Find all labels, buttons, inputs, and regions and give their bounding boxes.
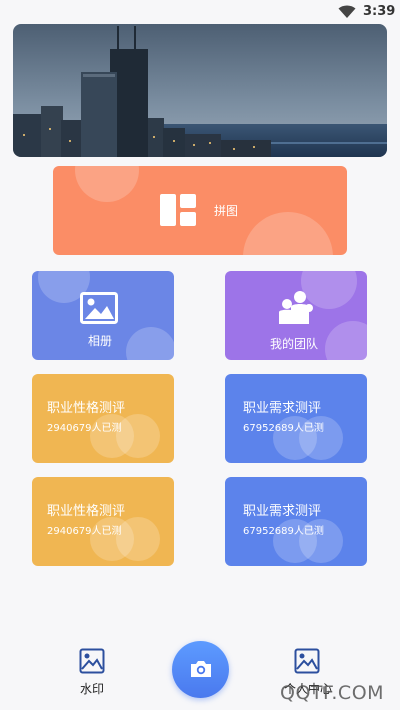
test-title: 职业性格测评: [47, 401, 126, 416]
bottom-nav-watermark[interactable]: 水印: [70, 640, 114, 700]
status-bar: 3:39: [0, 0, 400, 24]
test-count: 67952689人已测: [243, 423, 324, 434]
image-icon: [79, 648, 105, 674]
camera-button[interactable]: [172, 641, 229, 698]
watermark-label: 水印: [80, 682, 105, 696]
puzzle-icon: [160, 194, 196, 226]
team-icon: [279, 291, 313, 324]
test-title: 职业性格测评: [47, 504, 126, 519]
test-title: 职业需求测评: [243, 504, 322, 519]
wifi-icon: [338, 5, 356, 18]
puzzle-card[interactable]: [53, 166, 347, 255]
test-title: 职业需求测评: [243, 401, 322, 416]
image-icon: [294, 648, 320, 674]
camera-icon: [191, 661, 211, 677]
team-label: 我的团队: [270, 337, 319, 351]
test-count: 2940679人已测: [47, 526, 122, 537]
status-time: 3:39: [363, 4, 396, 19]
album-label: 相册: [88, 334, 113, 348]
test-count: 2940679人已测: [47, 423, 122, 434]
puzzle-label: 拼图: [214, 204, 239, 218]
city-banner[interactable]: [13, 24, 387, 157]
test-count: 67952689人已测: [243, 526, 324, 537]
gallery-icon: [80, 292, 118, 324]
site-watermark: QQTF.COM: [280, 682, 385, 704]
